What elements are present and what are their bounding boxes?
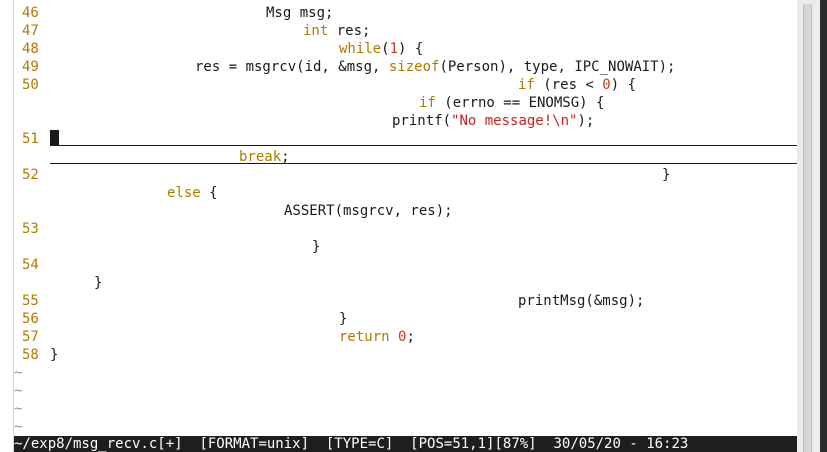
code-token: } bbox=[339, 311, 348, 327]
code-text: if (errno == ENOMSG) { bbox=[419, 94, 604, 112]
line-number: 53 bbox=[22, 221, 39, 237]
code-text: } bbox=[339, 310, 347, 328]
empty-line-marker: ~ bbox=[14, 419, 23, 435]
status-file: ~/exp8/msg_recv.c[+] bbox=[14, 436, 183, 452]
line-number: 52 bbox=[22, 167, 39, 183]
code-text: printMsg(&msg); bbox=[518, 292, 644, 310]
code-token: return bbox=[339, 329, 390, 345]
wrap-separator-line bbox=[50, 163, 797, 164]
code-token: (Person), type, IPC_NOWAIT); bbox=[439, 59, 676, 75]
line-number: 57 bbox=[22, 329, 39, 345]
wrap-separator-line bbox=[50, 145, 797, 146]
text-cursor bbox=[50, 130, 59, 146]
code-token: int bbox=[303, 23, 329, 39]
code-token: Msg msg; bbox=[266, 5, 334, 21]
line-number: 54 bbox=[22, 257, 39, 273]
code-token: res = msgrcv(id, &msg, bbox=[195, 59, 389, 75]
line-number: 58 bbox=[22, 347, 39, 363]
code-line[interactable]: 48 while(1) { bbox=[0, 40, 790, 58]
code-token: (res < bbox=[534, 77, 603, 93]
code-text: } bbox=[50, 346, 58, 364]
code-token: if bbox=[419, 95, 436, 111]
code-line[interactable]: } bbox=[0, 274, 790, 292]
code-line[interactable]: 54 bbox=[0, 256, 790, 274]
code-text: while(1) { bbox=[339, 40, 423, 58]
code-token: printMsg(&msg); bbox=[518, 293, 645, 309]
code-token: (errno == ENOMSG) { bbox=[435, 95, 605, 111]
code-text: } bbox=[94, 274, 102, 292]
code-line[interactable]: 47 int res; bbox=[0, 22, 790, 40]
line-number: 55 bbox=[22, 293, 39, 309]
code-token: } bbox=[662, 167, 671, 183]
line-number: 50 bbox=[22, 77, 39, 93]
code-text: else { bbox=[167, 184, 218, 202]
code-line[interactable]: 57 return 0; bbox=[0, 328, 790, 346]
status-type: [TYPE=C] bbox=[325, 436, 394, 452]
code-token: { bbox=[200, 185, 218, 201]
code-token: 1 bbox=[389, 41, 399, 57]
status-format: [FORMAT=unix] bbox=[199, 436, 310, 452]
code-token: if bbox=[518, 77, 535, 93]
line-number: 49 bbox=[22, 59, 39, 75]
code-text: ASSERT(msgrcv, res); bbox=[284, 202, 453, 220]
window-right-edge bbox=[820, 0, 827, 452]
code-line[interactable]: printf("No message!\n"); bbox=[0, 112, 790, 130]
line-number: 47 bbox=[22, 23, 39, 39]
code-token: while bbox=[339, 41, 382, 57]
code-text: } bbox=[312, 238, 320, 256]
status-datetime: 30/05/20 - 16:23 bbox=[553, 436, 689, 452]
code-line[interactable]: 46 Msg msg; bbox=[0, 4, 790, 22]
code-token: ); bbox=[577, 113, 595, 129]
code-line[interactable]: 53 bbox=[0, 220, 790, 238]
code-token: sizeof bbox=[388, 59, 440, 75]
line-number: 46 bbox=[22, 5, 39, 21]
vim-statusline: ~/exp8/msg_recv.c[+] [FORMAT=unix] [TYPE… bbox=[14, 436, 797, 452]
code-text: int res; bbox=[303, 22, 370, 40]
code-token: printf( bbox=[392, 113, 452, 129]
code-text: } bbox=[662, 166, 670, 184]
line-number: 48 bbox=[22, 41, 39, 57]
code-line[interactable]: if (errno == ENOMSG) { bbox=[0, 94, 790, 112]
status-pos: [POS=51,1] bbox=[410, 436, 495, 452]
code-token: ASSERT(msgrcv, res); bbox=[284, 203, 453, 219]
code-token: else bbox=[167, 185, 201, 201]
empty-line-marker: ~ bbox=[14, 365, 23, 381]
code-line[interactable]: else { bbox=[0, 184, 790, 202]
code-text: Msg msg; bbox=[266, 4, 333, 22]
empty-line-marker: ~ bbox=[14, 383, 23, 399]
code-line[interactable]: 56} bbox=[0, 310, 790, 328]
scrollbar-track[interactable] bbox=[803, 4, 812, 452]
code-text: res = msgrcv(id, &msg, sizeof(Person), t… bbox=[195, 58, 675, 76]
code-line[interactable]: 49 res = msgrcv(id, &msg, sizeof(Person),… bbox=[0, 58, 790, 76]
code-text: printf("No message!\n"); bbox=[392, 112, 594, 130]
code-token: } bbox=[50, 347, 59, 363]
code-line[interactable]: 52} bbox=[0, 166, 790, 184]
code-token: res; bbox=[328, 23, 371, 39]
code-line[interactable]: } bbox=[0, 238, 790, 256]
status-percent: [87%] bbox=[494, 436, 537, 452]
code-token: ) { bbox=[398, 41, 424, 57]
code-token: ; bbox=[406, 329, 415, 345]
code-token: } bbox=[94, 275, 103, 291]
code-token: ) { bbox=[610, 77, 637, 93]
code-token: "No message!\n" bbox=[451, 113, 578, 129]
code-text: if (res < 0) { bbox=[518, 76, 636, 94]
empty-line-marker: ~ bbox=[14, 401, 23, 417]
code-line[interactable]: 55 printMsg(&msg); bbox=[0, 292, 790, 310]
line-number: 56 bbox=[22, 311, 39, 327]
line-number: 51 bbox=[22, 131, 39, 147]
code-line[interactable]: 50 if (res < 0) { bbox=[0, 76, 790, 94]
code-line[interactable]: 58} bbox=[0, 346, 790, 364]
code-token: } bbox=[312, 239, 321, 255]
code-token: 0 bbox=[602, 77, 611, 93]
code-token: ( bbox=[381, 41, 390, 57]
code-line[interactable]: ASSERT(msgrcv, res); bbox=[0, 202, 790, 220]
code-text: return 0; bbox=[339, 328, 415, 346]
